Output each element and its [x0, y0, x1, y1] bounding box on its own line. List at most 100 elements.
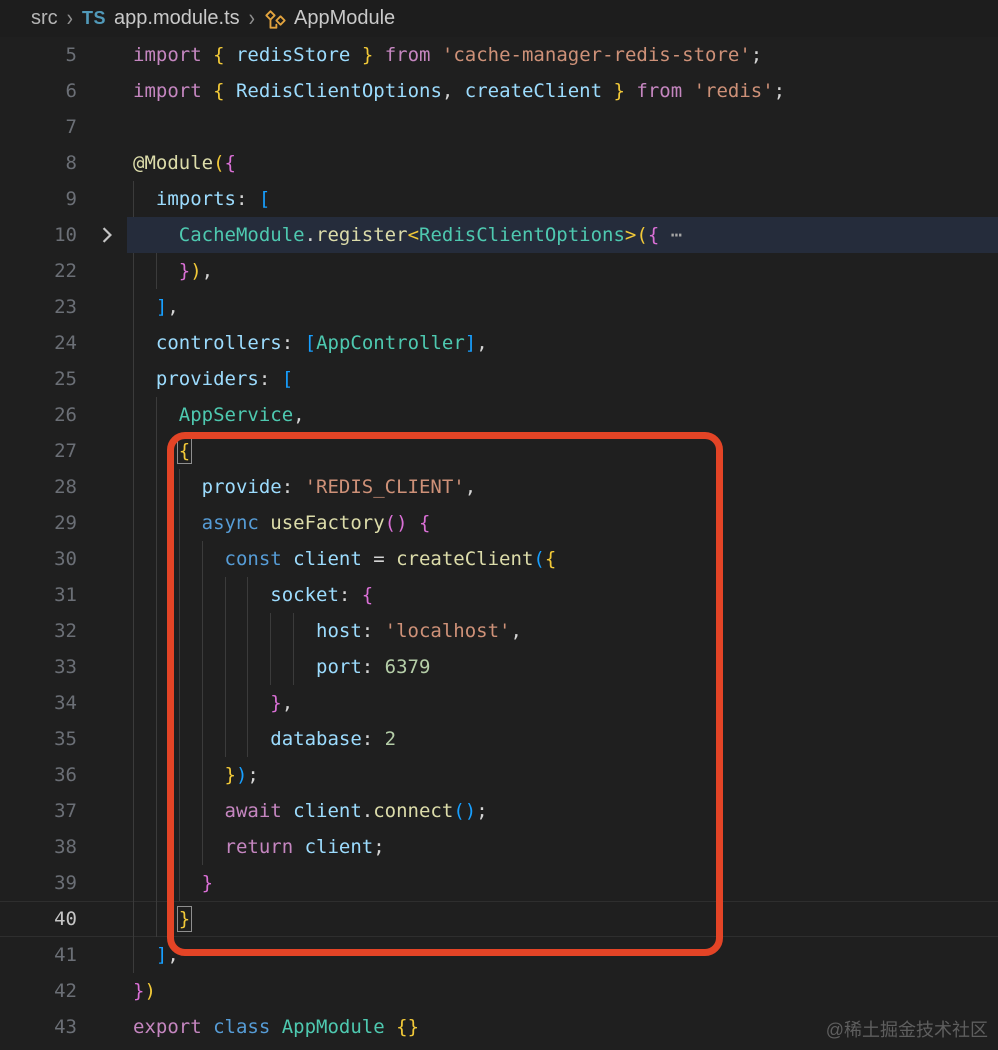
code-line[interactable]: 5 import { redisStore } from 'cache-manag…: [0, 37, 998, 73]
code-line[interactable]: 36});: [0, 757, 998, 793]
line-number[interactable]: 10: [0, 217, 77, 253]
code-line[interactable]: 40}: [0, 901, 998, 937]
code-line[interactable]: 38 return client;: [0, 829, 998, 865]
token-pun: ,: [441, 80, 454, 102]
code-line[interactable]: 41],: [0, 937, 998, 973]
token-b1: {: [396, 1016, 408, 1038]
code-line[interactable]: 30 const client = createClient({: [0, 541, 998, 577]
line-number[interactable]: 40: [0, 901, 77, 937]
line-number[interactable]: 22: [0, 253, 77, 289]
line-number[interactable]: 23: [0, 289, 77, 325]
code-line[interactable]: 29 async useFactory() {: [0, 505, 998, 541]
code-line-text: await client.connect();: [133, 793, 488, 829]
code-line-text: }: [133, 865, 213, 901]
code-line[interactable]: 33 port: 6379: [0, 649, 998, 685]
token-num: 6379: [384, 656, 431, 678]
token-b3: [: [281, 368, 294, 390]
breadcrumb-file[interactable]: app.module.ts: [114, 7, 240, 30]
token-kb: class: [213, 1016, 282, 1038]
token-kb: const: [224, 548, 294, 570]
code-line[interactable]: 26 AppService,: [0, 397, 998, 433]
token-pun: :: [361, 728, 385, 750]
code-line[interactable]: 32 host: 'localhost',: [0, 613, 998, 649]
line-number[interactable]: 41: [0, 937, 77, 973]
line-number[interactable]: 36: [0, 757, 77, 793]
line-number[interactable]: 27: [0, 433, 77, 469]
token-var: host: [316, 620, 362, 642]
token-b1: ): [144, 980, 156, 1002]
line-number[interactable]: 38: [0, 829, 77, 865]
code-line[interactable]: 27 {: [0, 433, 998, 469]
line-number[interactable]: 39: [0, 865, 77, 901]
token-pun: :: [338, 584, 362, 606]
code-line[interactable]: 34},: [0, 685, 998, 721]
token-pun: ,: [167, 944, 179, 966]
token-fn: register: [316, 224, 408, 246]
line-number[interactable]: 28: [0, 469, 77, 505]
token-b2: }: [178, 260, 191, 282]
line-number[interactable]: 33: [0, 649, 77, 685]
code-line[interactable]: 24 controllers: [AppController],: [0, 325, 998, 361]
code-line[interactable]: 9 imports: [: [0, 181, 998, 217]
token-cls: AppService: [178, 404, 294, 426]
line-number[interactable]: 43: [0, 1009, 77, 1045]
code-line[interactable]: 35 database: 2: [0, 721, 998, 757]
code-line[interactable]: 25 providers: [: [0, 361, 998, 397]
breadcrumb-folder-src[interactable]: src: [31, 7, 58, 30]
token-b3: [: [258, 188, 271, 210]
code-line[interactable]: 7: [0, 109, 998, 145]
code-line[interactable]: 6 import { RedisClientOptions, createClie…: [0, 73, 998, 109]
code-line[interactable]: 22}),: [0, 253, 998, 289]
line-number[interactable]: 32: [0, 613, 77, 649]
code-line[interactable]: 31 socket: {: [0, 577, 998, 613]
code-line-text: providers: [: [133, 361, 293, 397]
token-b3: ]: [155, 944, 168, 966]
token-var: client: [293, 548, 374, 570]
line-number[interactable]: 5: [0, 37, 77, 73]
line-number[interactable]: 26: [0, 397, 77, 433]
code-line[interactable]: 37 await client.connect();: [0, 793, 998, 829]
fold-chevron-icon[interactable]: [96, 224, 118, 246]
line-number[interactable]: 34: [0, 685, 77, 721]
line-number[interactable]: 35: [0, 721, 77, 757]
token-str: 'cache-manager-redis-store': [430, 44, 751, 66]
token-b1: }: [361, 44, 374, 66]
code-line[interactable]: 39}: [0, 865, 998, 901]
line-number[interactable]: 29: [0, 505, 77, 541]
breadcrumb-symbol[interactable]: AppModule: [294, 7, 395, 30]
token-str: 'redis': [682, 80, 774, 102]
token-cls: AppController: [316, 332, 465, 354]
line-number[interactable]: 37: [0, 793, 77, 829]
code-line-text: });: [133, 757, 259, 793]
code-line[interactable]: 10 CacheModule.register<RedisClientOption…: [0, 217, 998, 253]
code-line-text: async useFactory() {: [133, 505, 431, 541]
line-number[interactable]: 9: [0, 181, 77, 217]
token-pun: :: [258, 368, 282, 390]
token-var: providers: [155, 368, 259, 390]
line-number[interactable]: 24: [0, 325, 77, 361]
code-line[interactable]: 8 @Module({: [0, 145, 998, 181]
code-line[interactable]: 28 provide: 'REDIS_CLIENT',: [0, 469, 998, 505]
line-number[interactable]: 25: [0, 361, 77, 397]
line-number[interactable]: 42: [0, 973, 77, 1009]
line-number[interactable]: 31: [0, 577, 77, 613]
line-number[interactable]: 30: [0, 541, 77, 577]
token-kb: async: [201, 512, 271, 534]
token-pun: ;: [750, 44, 763, 66]
token-var: provide: [201, 476, 282, 498]
token-var: controllers: [155, 332, 282, 354]
code-editor[interactable]: 5 import { redisStore } from 'cache-manag…: [0, 37, 998, 1045]
code-line-text: },: [133, 685, 293, 721]
line-number[interactable]: 7: [0, 109, 77, 145]
token-cls: CacheModule: [178, 224, 305, 246]
token-fn: connect: [373, 800, 454, 822]
code-line-text: ],: [133, 937, 179, 973]
code-line[interactable]: 23],: [0, 289, 998, 325]
line-number[interactable]: 6: [0, 73, 77, 109]
token-var: port: [316, 656, 362, 678]
token-pun: ,: [201, 260, 214, 282]
token-b1: }: [613, 80, 625, 102]
line-number[interactable]: 8: [0, 145, 77, 181]
code-line[interactable]: 42}): [0, 973, 998, 1009]
code-line-text: import { redisStore } from 'cache-manage…: [133, 37, 762, 73]
